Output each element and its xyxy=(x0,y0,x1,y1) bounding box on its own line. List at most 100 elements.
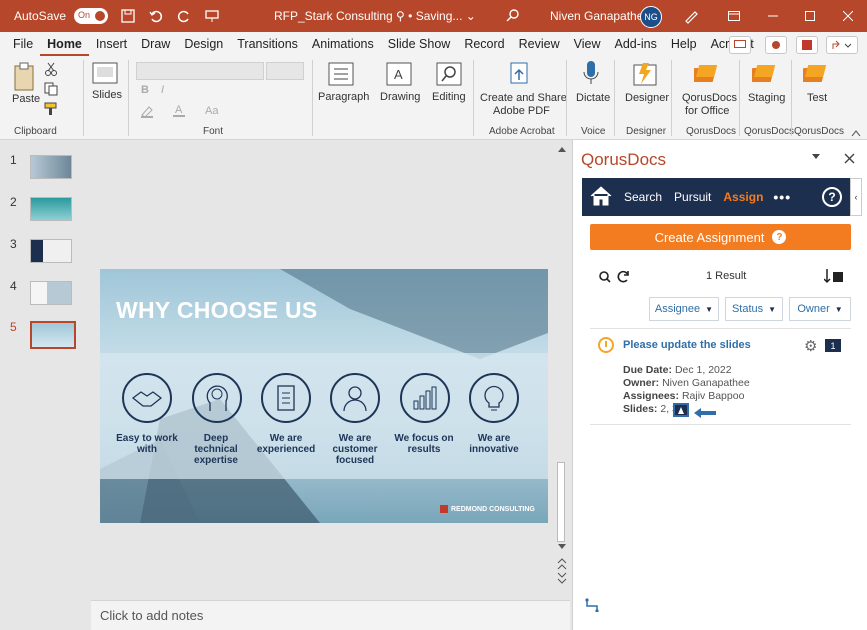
help-circle-icon[interactable]: ? xyxy=(772,230,787,244)
editing-label[interactable]: Editing xyxy=(432,91,466,104)
slide-scrollbar[interactable] xyxy=(554,140,570,598)
gear-icon[interactable]: ⚙ xyxy=(804,337,817,355)
office-addin-icon[interactable] xyxy=(796,36,818,54)
microphone-icon[interactable] xyxy=(582,60,600,93)
avatar[interactable]: NG xyxy=(640,6,662,28)
refresh-icon[interactable] xyxy=(617,270,630,286)
user-name[interactable]: Niven Ganapathee xyxy=(550,9,650,23)
tab-draw[interactable]: Draw xyxy=(134,32,177,56)
drawing-icon[interactable]: A xyxy=(386,62,412,89)
notes-pane[interactable]: Click to add notes xyxy=(91,600,570,630)
tab-transitions[interactable]: Transitions xyxy=(230,32,305,56)
pane-title: QorusDocs xyxy=(581,150,667,169)
present-icon[interactable] xyxy=(204,8,220,24)
nav-assign[interactable]: Assign xyxy=(723,190,763,204)
nav-more[interactable]: ••• xyxy=(773,189,791,205)
slides-label[interactable]: Slides xyxy=(92,89,122,102)
search-icon[interactable] xyxy=(506,8,520,25)
slide-thumbnail-2[interactable] xyxy=(30,197,72,221)
staging-label[interactable]: Staging xyxy=(748,92,785,105)
editing-icon[interactable] xyxy=(436,62,462,89)
italic-button[interactable]: I xyxy=(161,84,164,97)
comments-icon[interactable] xyxy=(729,36,751,54)
staging-icon[interactable] xyxy=(748,62,780,89)
undo-icon[interactable] xyxy=(148,8,164,24)
assignment-title[interactable]: Please update the slides xyxy=(623,339,751,351)
tab-insert[interactable]: Insert xyxy=(89,32,134,56)
paragraph-icon[interactable] xyxy=(328,62,354,89)
pane-options-icon[interactable] xyxy=(811,153,821,161)
sort-date-icon[interactable] xyxy=(823,268,844,287)
slide-thumbnail-3[interactable] xyxy=(30,239,72,263)
minimize-icon[interactable] xyxy=(765,8,781,24)
pane-close-icon[interactable] xyxy=(844,151,855,168)
collapse-pane-tab[interactable]: ‹ xyxy=(850,178,862,216)
slide-thumbnail-5[interactable] xyxy=(30,321,76,349)
create-assignment-button[interactable]: Create Assignment ? xyxy=(590,224,851,250)
slide-thumbnail-4[interactable] xyxy=(30,281,72,305)
pen-icon[interactable] xyxy=(683,8,699,27)
notes-placeholder[interactable]: Click to add notes xyxy=(100,608,203,623)
document-title[interactable]: RFP_Stark Consulting ⚲ • Saving... ⌄ xyxy=(274,9,476,23)
maximize-icon[interactable] xyxy=(802,8,818,24)
tab-slide-show[interactable]: Slide Show xyxy=(381,32,458,56)
designer-label[interactable]: Designer xyxy=(625,92,669,105)
comment-count-badge[interactable]: 1 xyxy=(825,339,841,352)
nav-search[interactable]: Search xyxy=(624,190,662,204)
format-painter-icon[interactable] xyxy=(44,102,58,119)
tab-file[interactable]: File xyxy=(6,32,40,56)
assignment-card[interactable]: Please update the slides ⚙ 1 Due Date: D… xyxy=(590,328,851,425)
paste-icon[interactable] xyxy=(12,62,38,95)
slide-thumbnail-1[interactable] xyxy=(30,155,72,179)
cut-icon[interactable] xyxy=(44,62,58,79)
close-icon[interactable] xyxy=(840,8,856,24)
create-pdf-icon[interactable] xyxy=(508,62,532,89)
tab-home[interactable]: Home xyxy=(40,32,89,56)
tab-review[interactable]: Review xyxy=(512,32,567,56)
qorusdocs-office-label-1[interactable]: QorusDocs xyxy=(682,92,737,105)
paragraph-label[interactable]: Paragraph xyxy=(318,91,369,104)
tab-help[interactable]: Help xyxy=(664,32,704,56)
test-icon[interactable] xyxy=(799,62,831,89)
ribbon-display-icon[interactable] xyxy=(726,8,742,24)
filter-assignee[interactable]: Assignee ▼ xyxy=(649,297,719,321)
change-case-button[interactable]: Aa xyxy=(205,105,218,118)
slide[interactable]: WHY CHOOSE US Easy to work with Deep tec… xyxy=(100,269,548,523)
qorusdocs-office-label-2[interactable]: for Office xyxy=(685,105,729,118)
qorusdocs-office-icon[interactable] xyxy=(690,62,722,89)
collapse-ribbon-icon[interactable] xyxy=(851,126,861,140)
tab-record[interactable]: Record xyxy=(457,32,511,56)
create-pdf-label-2[interactable]: Adobe PDF xyxy=(493,105,550,118)
drawing-label[interactable]: Drawing xyxy=(380,91,420,104)
highlight-icon[interactable] xyxy=(140,104,154,121)
redo-icon[interactable] xyxy=(176,8,192,24)
save-icon[interactable] xyxy=(120,8,136,24)
home-icon[interactable] xyxy=(590,185,612,209)
create-pdf-label-1[interactable]: Create and Share xyxy=(480,92,567,105)
designer-icon[interactable] xyxy=(633,62,659,91)
tab-design[interactable]: Design xyxy=(177,32,230,56)
paste-label[interactable]: Paste xyxy=(12,93,40,106)
tab-add-ins[interactable]: Add-ins xyxy=(607,32,663,56)
font-size-select[interactable] xyxy=(266,62,304,80)
tab-view[interactable]: View xyxy=(567,32,608,56)
help-icon[interactable]: ? xyxy=(822,187,842,207)
lightbulb-icon xyxy=(469,373,519,423)
font-name-select[interactable] xyxy=(136,62,264,80)
font-color-icon[interactable]: A xyxy=(172,103,186,120)
autosave-toggle[interactable]: On xyxy=(74,8,109,24)
record-icon[interactable] xyxy=(765,36,787,54)
new-slide-icon[interactable] xyxy=(92,62,118,89)
connection-icon[interactable] xyxy=(585,598,599,615)
search-icon[interactable] xyxy=(599,271,611,286)
go-to-slide-icon[interactable] xyxy=(673,403,689,417)
dictate-label[interactable]: Dictate xyxy=(576,92,610,105)
tab-animations[interactable]: Animations xyxy=(305,32,381,56)
filter-owner[interactable]: Owner ▼ xyxy=(789,297,851,321)
filter-status[interactable]: Status ▼ xyxy=(725,297,783,321)
nav-pursuit[interactable]: Pursuit xyxy=(674,190,711,204)
share-icon[interactable] xyxy=(826,36,858,54)
copy-icon[interactable] xyxy=(44,82,58,99)
test-label[interactable]: Test xyxy=(807,92,827,105)
bold-button[interactable]: B xyxy=(141,84,149,97)
